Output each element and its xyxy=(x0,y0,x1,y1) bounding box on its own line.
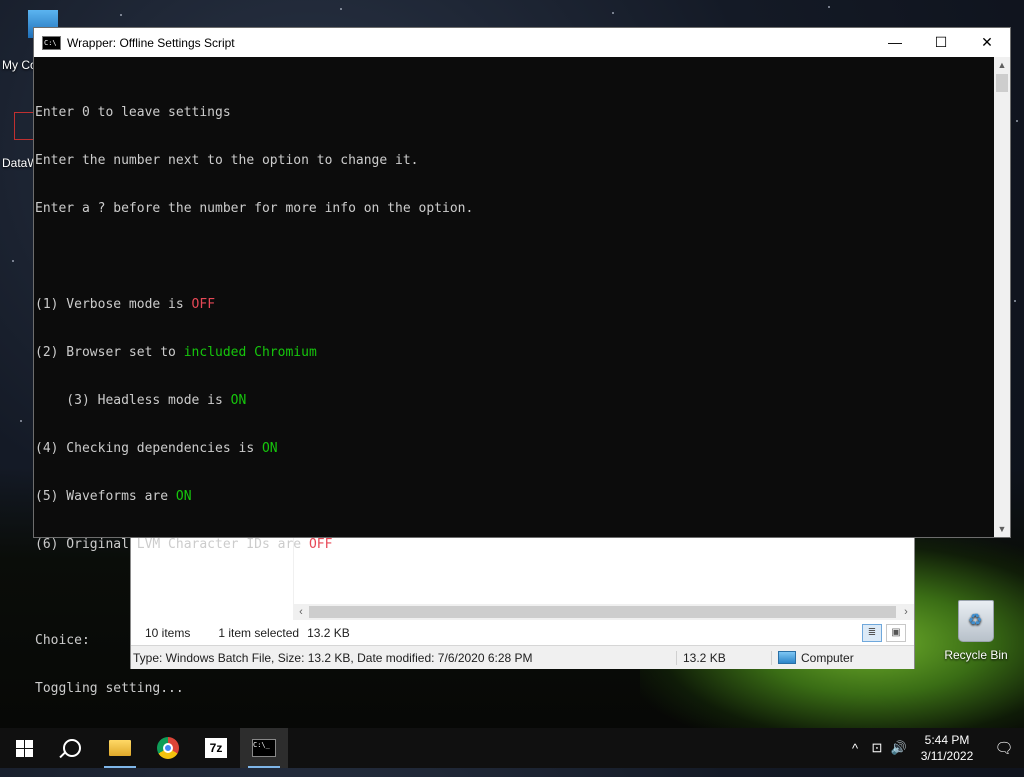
network-icon[interactable]: ⊡ xyxy=(866,740,888,756)
console-output[interactable]: Enter 0 to leave settings Enter the numb… xyxy=(34,57,994,741)
taskbar-chrome[interactable] xyxy=(144,728,192,768)
windows-logo-icon xyxy=(15,739,33,757)
scroll-down-icon[interactable]: ▼ xyxy=(994,521,1010,537)
star xyxy=(120,14,122,16)
chevron-up-icon[interactable]: ^ xyxy=(844,741,866,756)
option-value: ON xyxy=(175,489,192,504)
system-tray: ^ ⊡ 🔊 5:44 PM 3/11/2022 🗨 xyxy=(844,728,1024,768)
star xyxy=(20,420,22,422)
folder-icon xyxy=(109,740,131,756)
minimize-button[interactable]: — xyxy=(872,28,918,57)
chrome-icon xyxy=(157,737,179,759)
vertical-scrollbar[interactable]: ▲ ▼ xyxy=(994,57,1010,537)
option-label: (3) Headless mode is xyxy=(35,393,231,408)
cmd-icon: C:\ xyxy=(42,35,61,50)
clock-date: 3/11/2022 xyxy=(920,749,974,763)
scrollbar-thumb[interactable] xyxy=(996,74,1008,92)
choice-prompt: Choice: xyxy=(35,633,90,648)
taskbar: 7z C:\_ ^ ⊡ 🔊 5:44 PM 3/11/2022 🗨 xyxy=(0,728,1024,768)
clock-time: 5:44 PM xyxy=(924,733,970,747)
console-line: Enter 0 to leave settings xyxy=(35,105,231,120)
status-message: Toggling setting... xyxy=(35,681,184,696)
7zip-icon: 7z xyxy=(205,738,227,758)
console-line: Enter the number next to the option to c… xyxy=(35,153,419,168)
taskbar-7zip[interactable]: 7z xyxy=(192,728,240,768)
option-label: (1) Verbose mode is xyxy=(35,297,192,312)
search-icon xyxy=(63,739,81,757)
console-window[interactable]: C:\ Wrapper: Offline Settings Script — ☐… xyxy=(33,27,1011,741)
option-value: ON xyxy=(261,441,278,456)
star xyxy=(828,6,830,8)
cmd-icon: C:\_ xyxy=(252,739,276,757)
option-label: (6) Original LVM Character IDs are xyxy=(35,537,309,552)
option-waveforms: (5) Waveforms are ON xyxy=(35,489,994,505)
volume-icon[interactable]: 🔊 xyxy=(888,740,910,756)
window-controls: — ☐ ✕ xyxy=(872,28,1010,57)
option-dependencies: (4) Checking dependencies is ON xyxy=(35,441,994,457)
notification-icon[interactable]: 🗨 xyxy=(984,739,1024,757)
option-value: ON xyxy=(230,393,247,408)
maximize-button[interactable]: ☐ xyxy=(918,28,964,57)
option-value: OFF xyxy=(191,297,216,312)
option-label: (5) Waveforms are xyxy=(35,489,176,504)
option-label: (2) Browser set to xyxy=(35,345,184,360)
star xyxy=(1016,120,1018,122)
option-label: (4) Checking dependencies is xyxy=(35,441,262,456)
option-headless: (3) Headless mode is ON xyxy=(35,393,994,409)
console-title-bar[interactable]: C:\ Wrapper: Offline Settings Script — ☐… xyxy=(34,28,1010,57)
desktop-icon-label: My Co xyxy=(2,58,37,72)
option-value: included Chromium xyxy=(183,345,317,360)
taskbar-command-prompt[interactable]: C:\_ xyxy=(240,728,288,768)
star xyxy=(1014,300,1016,302)
star xyxy=(12,260,14,262)
option-lvm-ids: (6) Original LVM Character IDs are OFF xyxy=(35,537,994,553)
option-browser: (2) Browser set to included Chromium xyxy=(35,345,994,361)
scroll-up-icon[interactable]: ▲ xyxy=(994,57,1010,73)
start-button[interactable] xyxy=(0,728,48,768)
option-value: OFF xyxy=(308,537,333,552)
star xyxy=(340,8,342,10)
taskbar-file-explorer[interactable] xyxy=(96,728,144,768)
close-button[interactable]: ✕ xyxy=(964,28,1010,57)
star xyxy=(612,12,614,14)
clock[interactable]: 5:44 PM 3/11/2022 xyxy=(910,732,984,764)
window-title: Wrapper: Offline Settings Script xyxy=(67,35,235,50)
option-verbose: (1) Verbose mode is OFF xyxy=(35,297,994,313)
search-button[interactable] xyxy=(48,728,96,768)
console-line: Enter a ? before the number for more inf… xyxy=(35,201,474,216)
